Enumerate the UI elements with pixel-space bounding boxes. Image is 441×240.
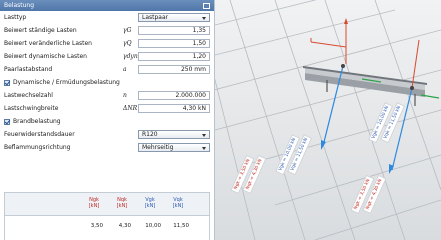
- pair-distance-row: Paarlastabstand a 250 mm: [0, 63, 214, 76]
- dynamic-check-label: Dynamische / Ermüdungsbelastung: [13, 79, 120, 86]
- maximize-icon[interactable]: [203, 2, 210, 9]
- gamma-q-input[interactable]: 1,50: [138, 39, 210, 48]
- gamma-dyn-symbol: γdyn: [123, 53, 138, 60]
- cycles-symbol: n: [123, 92, 127, 99]
- gamma-g-row: Beiwert ständige Lasten γG 1,35: [0, 24, 214, 37]
- gamma-g-symbol: γG: [123, 27, 132, 34]
- pair-distance-input[interactable]: 250 mm: [138, 65, 210, 74]
- load-type-row: Lasttyp Lastpaar: [0, 11, 214, 24]
- pair-distance-symbol: a: [123, 66, 127, 73]
- cell-vqk[interactable]: 11,50: [165, 223, 189, 229]
- gamma-q-row: Beiwert veränderliche Lasten γQ 1,50: [0, 37, 214, 50]
- header-nqk: Nqk [kN]: [116, 197, 128, 209]
- header-ngk: Ngk [kN]: [88, 197, 100, 209]
- cycles-input[interactable]: 2.000.000: [138, 91, 210, 100]
- fire-checkbox[interactable]: [4, 118, 10, 125]
- panel-titlebar: Belastung: [0, 0, 214, 11]
- fire-check-row[interactable]: Brandbelastung: [0, 115, 214, 128]
- cell-vgk[interactable]: 10,00: [137, 223, 161, 229]
- dynamic-checkbox[interactable]: [4, 79, 10, 86]
- dynamic-check-row[interactable]: Dynamische / Ermüdungsbelastung: [0, 76, 214, 89]
- gamma-dyn-row: Beiwert dynamische Lasten γdyn 1,20: [0, 50, 214, 63]
- chevron-down-icon: [202, 17, 206, 20]
- header-vqk: Vqk [kN]: [172, 197, 184, 209]
- range-symbol: ΔNR: [123, 105, 138, 112]
- exposure-select[interactable]: Mehrseitig: [138, 143, 210, 152]
- loads-table: Ngk [kN] Nqk [kN] Vgk [kN] Vqk [kN] 3,50 4,3…: [4, 192, 210, 240]
- gamma-dyn-input[interactable]: 1,20: [138, 52, 210, 61]
- range-input[interactable]: 4,30 kN: [138, 104, 210, 113]
- cell-nqk[interactable]: 4,30: [107, 223, 131, 229]
- chevron-down-icon: [202, 147, 206, 150]
- gamma-q-symbol: γQ: [123, 40, 132, 47]
- 3d-viewport[interactable]: Ngk = 3,50 kN Nqk = 4,30 kN Vgk = 10,00 …: [215, 0, 441, 240]
- properties-panel: Belastung Lasttyp Lastpaar Beiwert ständ…: [0, 0, 215, 240]
- cell-ngk[interactable]: 3,50: [79, 223, 103, 229]
- header-vgk: Vgk [kN]: [144, 197, 156, 209]
- fire-duration-select[interactable]: R120: [138, 130, 210, 139]
- range-row: Lastschwingbreite ΔNR 4,30 kN: [0, 102, 214, 115]
- table-header: Ngk [kN] Nqk [kN] Vgk [kN] Vqk [kN]: [5, 193, 209, 216]
- chevron-down-icon: [202, 134, 206, 137]
- load-type-select[interactable]: Lastpaar: [138, 13, 210, 22]
- exposure-row: Beflammungsrichtung Mehrseitig: [0, 141, 214, 154]
- fire-duration-row: Feuerwiderstandsdauer R120: [0, 128, 214, 141]
- viewport-scene: [215, 0, 441, 240]
- panel-title: Belastung: [4, 2, 35, 9]
- floor-surface: [215, 0, 441, 240]
- gamma-g-input[interactable]: 1,35: [138, 26, 210, 35]
- fire-check-label: Brandbelastung: [13, 118, 61, 125]
- cycles-row: Lastwechselzahl n 2.000.000: [0, 89, 214, 102]
